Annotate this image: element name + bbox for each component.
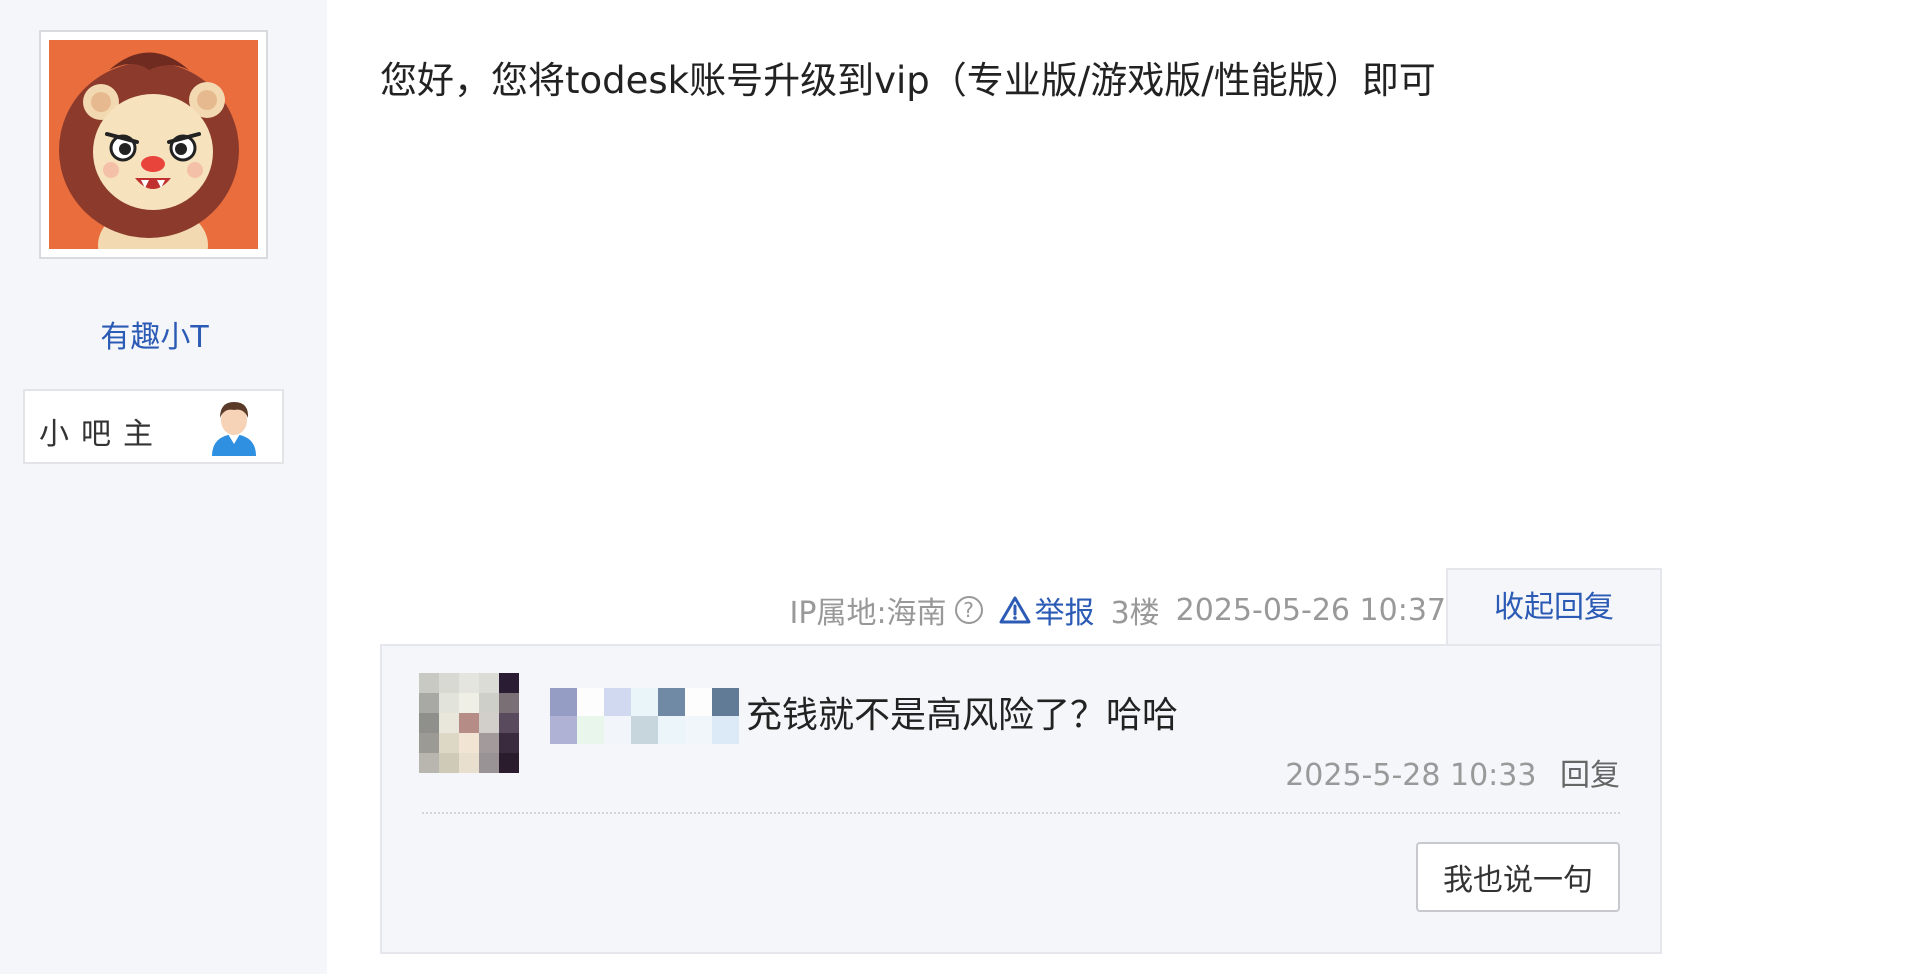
author-name-link[interactable]: 有趣小T xyxy=(0,312,309,356)
badge-label: 小吧主 xyxy=(39,417,165,452)
reply-panel: 充钱就不是高风险了？哈哈 2025-5-28 10:33 回复 我也说一句 xyxy=(380,644,1662,954)
moderator-badge[interactable]: 小吧主 xyxy=(23,389,284,464)
post-floor: 有趣小T 小吧主 您好，您将todesk账号升级到vip（专业版/游戏版/性能版… xyxy=(0,0,1908,974)
user-person-icon xyxy=(208,398,260,458)
lion-avatar-icon xyxy=(49,40,258,249)
reply-meta: 2025-5-28 10:33 回复 xyxy=(1285,750,1620,794)
post-content: 您好，您将todesk账号升级到vip（专业版/游戏版/性能版）即可 xyxy=(380,59,1436,102)
help-icon[interactable]: ? xyxy=(954,596,983,624)
floor-number: 3楼 xyxy=(1110,596,1160,631)
reply-divider xyxy=(422,812,1620,814)
collapse-replies-button[interactable]: 收起回复 xyxy=(1446,568,1662,646)
post-meta-items: IP属地:海南 ? 举报 3楼 2025-05-26 10:37 xyxy=(774,588,1446,632)
ip-location: IP属地:海南 xyxy=(789,596,947,631)
reply-username-pixelated[interactable] xyxy=(550,688,740,744)
post-time: 2025-05-26 10:37 xyxy=(1175,592,1446,628)
reply-content: 充钱就不是高风险了？哈哈 xyxy=(746,695,1179,736)
warning-icon xyxy=(999,596,1031,624)
report-link[interactable]: 举报 xyxy=(999,588,1095,632)
reply-avatar[interactable] xyxy=(419,673,519,773)
report-label: 举报 xyxy=(1034,596,1095,631)
add-comment-button[interactable]: 我也说一句 xyxy=(1416,842,1620,912)
author-avatar[interactable] xyxy=(39,30,268,259)
author-sidebar: 有趣小T 小吧主 xyxy=(0,0,327,974)
reply-time: 2025-5-28 10:33 xyxy=(1285,758,1537,793)
reply-link[interactable]: 回复 xyxy=(1560,758,1620,793)
post-meta-bar: IP属地:海南 ? 举报 3楼 2025-05-26 10:37 收起回复 xyxy=(380,568,1662,646)
